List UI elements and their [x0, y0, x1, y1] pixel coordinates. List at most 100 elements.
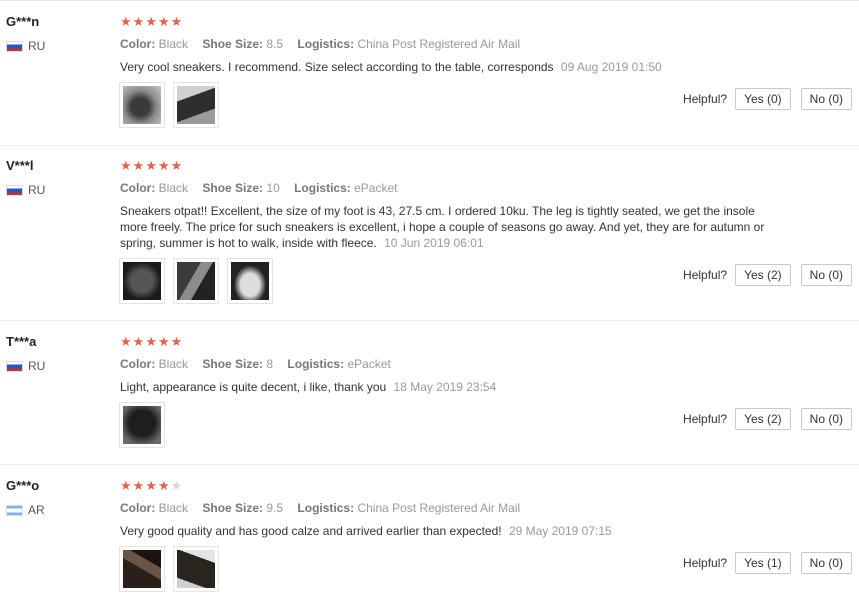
helpful-no-button[interactable]: No (0) [800, 408, 852, 430]
logistics-value: China Post Registered Air Mail [357, 501, 521, 515]
order-attributes: Color: Black Shoe Size: 8.5 Logistics: C… [120, 37, 531, 51]
helpful-no-button[interactable]: No (0) [800, 264, 852, 286]
size-label: Shoe Size: [202, 181, 264, 195]
flag-icon [6, 40, 23, 52]
star-icon: ★ [145, 334, 158, 349]
star-empty-icon: ★ [170, 478, 184, 493]
helpful-yes-button[interactable]: Yes (2) [735, 408, 791, 430]
color-value: Black [158, 501, 189, 515]
review-text: Light, appearance is quite decent, i lik… [120, 380, 387, 394]
review-photo[interactable] [119, 258, 165, 304]
star-icon: ★ [145, 14, 158, 29]
star-icon: ★ [132, 158, 146, 173]
color-label: Color: [120, 357, 156, 371]
star-icon: ★ [157, 158, 171, 173]
color-label: Color: [120, 501, 156, 515]
flag-icon [6, 184, 23, 196]
helpful-label: Helpful? [683, 412, 728, 426]
country-code: AR [28, 503, 45, 517]
review-text: Very cool sneakers. I recommend. Size se… [120, 60, 554, 74]
reviewer-name: T***a [6, 334, 37, 349]
size-value: 9.5 [266, 501, 284, 515]
review-date: 29 May 2019 07:15 [508, 524, 612, 538]
star-icon: ★ [145, 158, 158, 173]
star-icon: ★ [132, 334, 146, 349]
star-icon: ★ [120, 14, 133, 29]
helpful-vote: Helpful? Yes (0) No (0) [683, 88, 852, 110]
review-text-block: Very good quality and has good calze and… [120, 523, 780, 539]
color-value: Black [158, 37, 189, 51]
helpful-label: Helpful? [683, 92, 728, 106]
country-code: RU [28, 39, 46, 53]
helpful-yes-button[interactable]: Yes (2) [735, 264, 791, 286]
review-photo[interactable] [119, 402, 165, 448]
reviewer-country: RU [6, 183, 45, 197]
review-text: Very good quality and has good calze and… [120, 524, 502, 538]
logistics-value: ePacket [354, 181, 398, 195]
review-text-block: Light, appearance is quite decent, i lik… [120, 379, 780, 395]
color-value: Black [158, 357, 189, 371]
review-photos [119, 258, 273, 304]
review-photo[interactable] [173, 82, 219, 128]
helpful-vote: Helpful? Yes (2) No (0) [683, 264, 852, 286]
review-photo[interactable] [227, 258, 273, 304]
logistics-label: Logistics: [287, 357, 345, 371]
color-label: Color: [120, 181, 156, 195]
reviewer-country: RU [6, 39, 45, 53]
review-photos [119, 82, 219, 128]
star-rating: ★★★★★ [120, 158, 183, 174]
order-attributes: Color: Black Shoe Size: 9.5 Logistics: C… [120, 501, 531, 515]
review-text-block: Very cool sneakers. I recommend. Size se… [120, 59, 780, 75]
review-photo[interactable] [173, 258, 219, 304]
star-icon: ★ [157, 14, 171, 29]
size-value: 8 [266, 357, 274, 371]
review-photos [119, 402, 165, 448]
logistics-value: China Post Registered Air Mail [357, 37, 521, 51]
review-photo[interactable] [119, 546, 165, 592]
star-icon: ★ [132, 478, 146, 493]
size-label: Shoe Size: [202, 37, 264, 51]
star-icon: ★ [145, 478, 158, 493]
star-rating: ★★★★★ [120, 478, 183, 494]
reviewer-name: G***o [6, 478, 40, 493]
size-value: 10 [266, 181, 280, 195]
order-attributes: Color: Black Shoe Size: 8 Logistics: ePa… [120, 357, 402, 371]
review-photo[interactable] [119, 82, 165, 128]
star-icon: ★ [170, 158, 184, 173]
helpful-label: Helpful? [683, 268, 728, 282]
star-rating: ★★★★★ [120, 334, 183, 350]
helpful-yes-button[interactable]: Yes (1) [735, 552, 791, 574]
color-label: Color: [120, 37, 156, 51]
helpful-yes-button[interactable]: Yes (0) [735, 88, 791, 110]
review-photo[interactable] [173, 546, 219, 592]
order-attributes: Color: Black Shoe Size: 10 Logistics: eP… [120, 181, 408, 195]
country-code: RU [28, 183, 46, 197]
logistics-value: ePacket [347, 357, 391, 371]
color-value: Black [158, 181, 189, 195]
review-item: V***l RU ★★★★★ Color: Black Shoe Size: 1… [0, 145, 859, 321]
review-text-block: Sneakers otpat!! Excellent, the size of … [120, 203, 775, 251]
country-code: RU [28, 359, 46, 373]
star-rating: ★★★★★ [120, 14, 183, 30]
helpful-vote: Helpful? Yes (2) No (0) [683, 408, 852, 430]
review-item: G***o AR ★★★★★ Color: Black Shoe Size: 9… [0, 465, 859, 600]
star-icon: ★ [120, 478, 133, 493]
helpful-no-button[interactable]: No (0) [800, 552, 852, 574]
logistics-label: Logistics: [294, 181, 351, 195]
star-icon: ★ [157, 478, 171, 493]
helpful-no-button[interactable]: No (0) [800, 88, 852, 110]
flag-icon [6, 360, 23, 372]
review-date: 09 Aug 2019 01:50 [560, 60, 662, 74]
star-icon: ★ [120, 158, 133, 173]
size-value: 8.5 [266, 37, 284, 51]
review-date: 10 Jun 2019 06:01 [384, 236, 484, 250]
review-photos [119, 546, 219, 592]
star-icon: ★ [132, 14, 146, 29]
review-item: G***n RU ★★★★★ Color: Black Shoe Size: 8… [0, 0, 859, 146]
size-label: Shoe Size: [202, 357, 264, 371]
size-label: Shoe Size: [202, 501, 264, 515]
star-icon: ★ [170, 334, 184, 349]
reviewer-name: G***n [6, 14, 40, 29]
helpful-vote: Helpful? Yes (1) No (0) [683, 552, 852, 574]
reviewer-name: V***l [6, 158, 34, 173]
